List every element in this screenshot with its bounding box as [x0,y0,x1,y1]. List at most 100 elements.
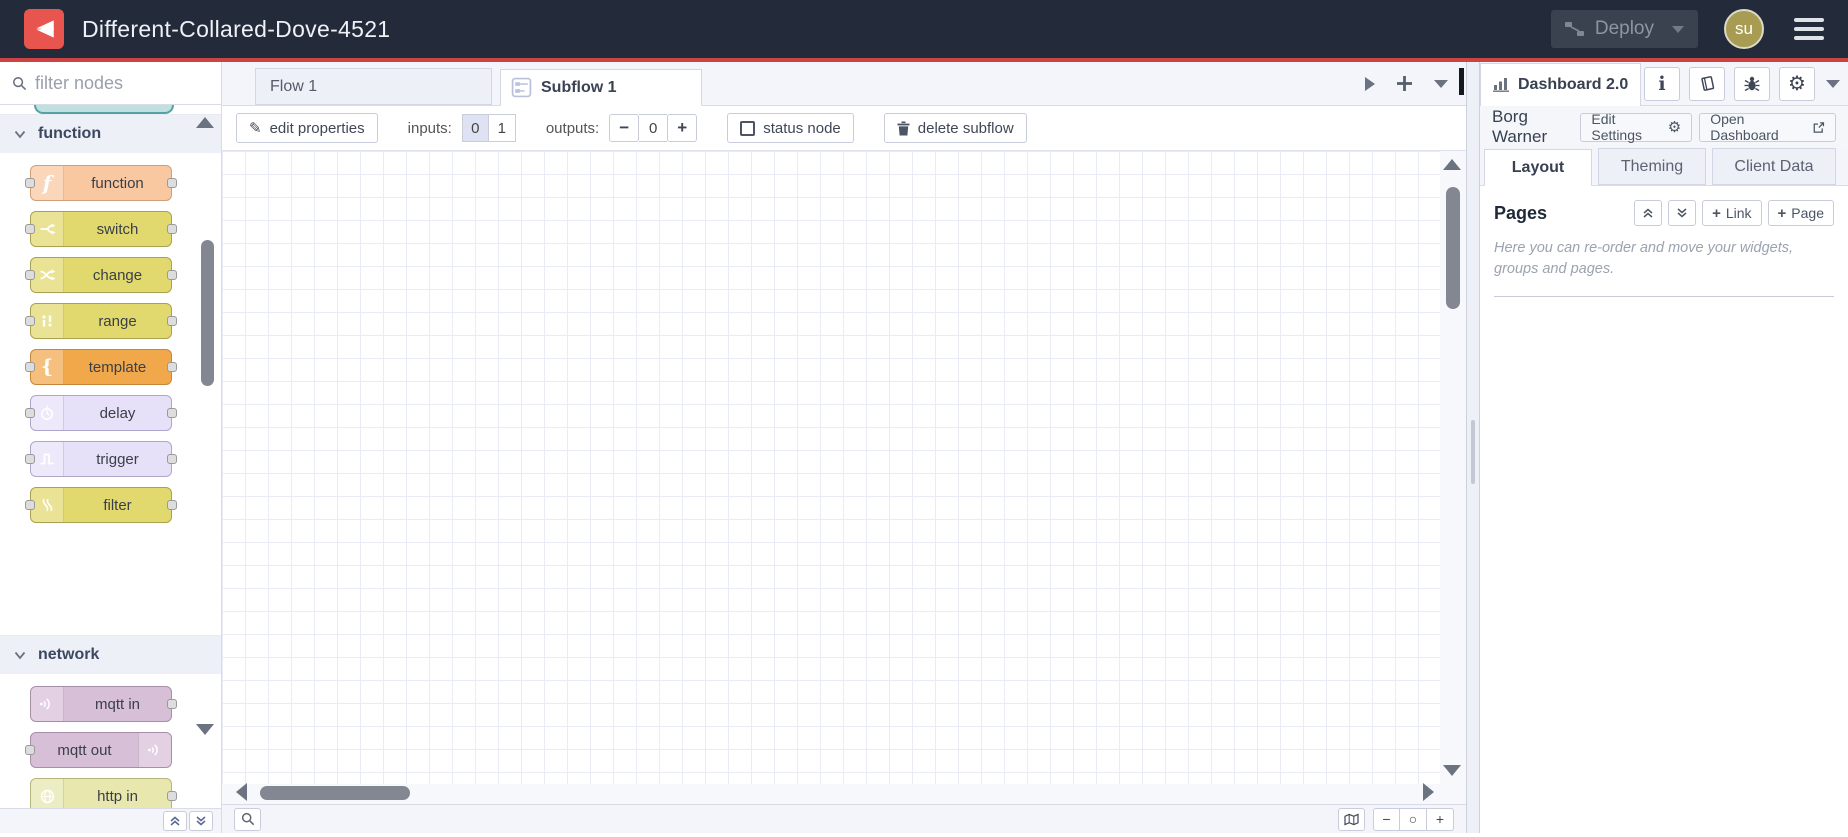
node-input-port [25,316,35,326]
tab-theming[interactable]: Theming [1598,148,1706,185]
canvas-scroll-up-arrow[interactable] [1443,159,1461,170]
flowfuse-logo-icon[interactable] [24,9,64,49]
toggle-navigator-button[interactable] [1338,807,1365,831]
node-output-port [167,362,177,372]
expand-pages-button[interactable] [1668,200,1697,226]
main-menu-button[interactable] [1790,14,1828,44]
help-sidebar-button[interactable] [1689,66,1725,101]
inputs-option-0[interactable]: 0 [461,114,489,142]
partially-visible-node[interactable] [34,105,174,114]
pages-help-text: Here you can re-order and move your widg… [1494,240,1794,278]
canvas-vertical-scrollbar-thumb[interactable] [1446,187,1460,309]
edit-settings-button[interactable]: Edit Settings ⚙ [1580,111,1693,143]
add-flow-icon[interactable] [1397,76,1412,91]
next-tab-arrow-icon[interactable] [1365,76,1375,91]
palette-scroll-up-arrow[interactable] [196,117,214,128]
sidebar-resize-handle[interactable] [1466,62,1480,833]
node-input-port [25,500,35,510]
instance-title: Different-Collared-Dove-4521 [82,15,391,42]
canvas-scroll-right-arrow[interactable] [1423,783,1434,801]
expand-all-categories-button[interactable] [189,811,213,831]
dashboard-subtabs: Layout Theming Client Data [1480,148,1848,186]
layout-panel: Pages + Link + Page Here you can re-orde… [1480,186,1848,298]
node-label: mqtt in [94,695,140,713]
node-input-port [25,454,35,464]
clock-icon [31,396,64,430]
node-label: change [92,266,143,284]
debug-sidebar-button[interactable] [1734,66,1770,101]
function-icon: f [31,166,64,200]
bug-icon [1744,76,1760,92]
edit-properties-button[interactable]: ✎ edit properties [236,113,378,143]
collapse-pages-button[interactable] [1634,200,1663,226]
outputs-label: outputs: [545,119,600,137]
settings-sidebar-button[interactable]: ⚙ [1779,66,1815,101]
palette-node-http-in[interactable]: http in [30,778,177,808]
palette-node-switch[interactable]: switch [25,211,177,247]
category-header-function[interactable]: function [0,115,221,153]
status-node-checkbox[interactable] [740,120,756,136]
remove-output-button[interactable]: − [609,114,640,142]
add-output-button[interactable]: + [667,114,698,142]
tab-layout[interactable]: Layout [1484,149,1592,186]
change-icon [31,258,64,292]
deploy-label: Deploy [1594,18,1654,39]
collapse-all-categories-button[interactable] [163,811,187,831]
flow-list-caret-icon[interactable] [1434,79,1448,88]
tab-client-data[interactable]: Client Data [1712,148,1836,185]
tab-flow-1[interactable]: Flow 1 [255,68,492,105]
palette-category-function: function f function switch change range … [0,114,221,535]
sidebar-tab-dashboard[interactable]: Dashboard 2.0 [1480,62,1642,106]
filter-nodes-input[interactable] [35,72,185,94]
zoom-in-button[interactable]: + [1427,807,1454,831]
sidebar-options-caret-icon[interactable] [1826,79,1840,88]
palette-node-range[interactable]: range [25,303,177,339]
zoom-reset-button[interactable]: ○ [1400,807,1427,831]
workspace-tab-bar: Flow 1 Subflow 1 [222,62,1466,106]
deploy-options-caret-icon[interactable] [1672,25,1684,33]
add-page-button[interactable]: + Page [1767,200,1834,226]
palette-node-filter[interactable]: filter [25,487,177,523]
category-header-network[interactable]: network [0,636,221,674]
flow-canvas[interactable] [222,151,1440,784]
text-caret-artifact [1459,68,1464,95]
palette-node-template[interactable]: { template [25,349,177,385]
tab-label: Subflow 1 [541,78,617,96]
palette-footer [0,808,221,833]
subflow-icon [511,77,532,98]
palette-node-function[interactable]: f function [25,165,177,201]
app-header: Different-Collared-Dove-4521 Deploy su [0,0,1848,62]
add-link-button[interactable]: + Link [1702,200,1762,226]
inputs-option-1[interactable]: 1 [488,114,516,142]
tab-subflow-1[interactable]: Subflow 1 [500,69,702,106]
gear-icon: ⚙ [1667,118,1682,136]
node-palette: function f function [0,62,222,833]
palette-scroll-area: function f function switch change range … [0,105,221,808]
canvas-scroll-left-arrow[interactable] [236,783,247,801]
sidebar-tab-label: Dashboard 2.0 [1518,75,1629,93]
palette-search[interactable] [0,62,221,105]
open-dashboard-button[interactable]: Open Dashboard [1699,111,1836,143]
status-node-toggle[interactable]: status node [727,113,854,143]
canvas-scroll-down-arrow[interactable] [1443,765,1461,776]
category-nodes: mqtt in mqtt out http in [0,674,221,808]
info-sidebar-button[interactable]: i [1644,66,1680,101]
palette-node-mqtt-out[interactable]: mqtt out [25,732,172,768]
node-input-port [25,224,35,234]
wifi-icon [31,687,64,721]
user-avatar[interactable]: su [1724,9,1764,49]
palette-node-mqtt-in[interactable]: mqtt in [30,686,177,722]
node-output-port [167,316,177,326]
palette-node-trigger[interactable]: trigger [25,441,177,477]
zoom-out-button[interactable]: − [1373,807,1400,831]
flow-canvas-viewport [222,151,1466,804]
search-flows-button[interactable] [234,807,261,831]
delete-subflow-button[interactable]: delete subflow [883,113,1027,143]
palette-scrollbar-thumb[interactable] [201,240,214,386]
info-icon: i [1658,72,1666,95]
deploy-button[interactable]: Deploy [1550,10,1698,48]
palette-node-delay[interactable]: delay [25,395,177,431]
palette-node-change[interactable]: change [25,257,177,293]
palette-scroll-down-arrow[interactable] [196,724,214,735]
canvas-horizontal-scrollbar-thumb[interactable] [260,786,410,800]
